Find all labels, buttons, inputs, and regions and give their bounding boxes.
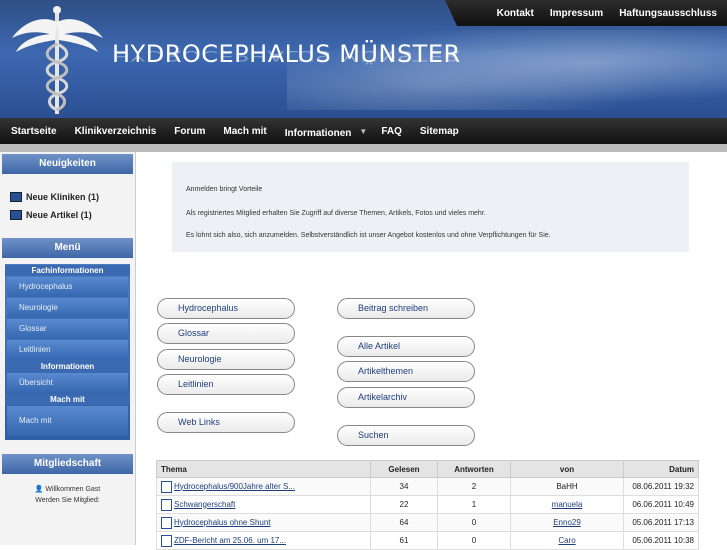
menu-item-hydrocephalus[interactable]: Hydrocephalus [7,277,128,297]
reply-count: 0 [437,513,511,532]
read-count: 61 [370,531,438,550]
col-von: von [510,460,624,478]
side-menu: Fachinformationen Hydrocephalus Neurolog… [5,264,130,440]
post-date: 06.06.2011 10:49 [623,495,699,514]
folder-icon [10,192,22,202]
menu-section-informationen: Informationen [5,361,130,372]
read-count: 64 [370,513,438,532]
col-antworten: Antworten [437,460,511,478]
topic-cell: ZDF-Bericht am 25.06. um 17... [156,531,371,550]
document-icon [161,516,172,529]
site-header: HYDROCEPHALUS MÜNSTER HYDROCEPHALUS MÜNS… [0,0,727,118]
button-neurologie[interactable]: Neurologie [157,349,295,370]
post-date: 05.06.2011 17:13 [623,513,699,532]
news-item-label: Neue Artikel (1) [26,210,92,220]
col-gelesen: Gelesen [370,460,438,478]
top-link-kontakt[interactable]: Kontakt [497,8,534,19]
site-title-reflection: HYDROCEPHALUS MÜNSTER [112,47,461,64]
button-hydrocephalus[interactable]: Hydrocephalus [157,298,295,319]
button-beitrag-schreiben[interactable]: Beitrag schreiben [337,298,475,319]
topic-link[interactable]: Hydrocephalus/900Jahre alter S... [174,482,295,491]
nav-subbar [0,144,727,152]
table-row: Hydrocephalus/900Jahre alter S... 34 2 B… [156,477,699,496]
button-alle-artikel[interactable]: Alle Artikel [337,336,475,357]
news-item-label: Neue Kliniken (1) [26,192,100,202]
news-heading: Neuigkeiten [2,154,133,174]
author-link[interactable]: manuela [552,500,583,509]
author-cell: Enno29 [510,513,624,532]
table-row: Schwangerschaft 22 1 manuela 06.06.2011 … [156,495,699,514]
folder-icon [10,210,22,220]
info-line-3: Es lohnt sich also, sich anzumelden. Sel… [186,232,551,239]
author-cell: Caro [510,531,624,550]
table-row: ZDF-Bericht am 25.06. um 17... 61 0 Caro… [156,531,699,550]
post-date: 08.06.2011 19:32 [623,477,699,496]
reply-count: 2 [437,477,511,496]
nav-item-startseite[interactable]: Startseite [11,126,57,137]
read-count: 34 [370,477,438,496]
dropdown-arrow-icon[interactable]: ▼ [359,127,367,136]
button-artikelthemen[interactable]: Artikelthemen [337,361,475,382]
document-icon [161,480,172,493]
membership-heading: Mitgliedschaft [2,454,133,474]
info-line-1: Anmelden bringt Vorteile [186,186,263,193]
become-member-text: Werden Sie Mitglied: [35,497,100,504]
table-row: Hydrocephalus ohne Shunt 64 0 Enno29 05.… [156,513,699,532]
read-count: 22 [370,495,438,514]
welcome-text: Willkommen Gast [45,486,101,493]
nav-item-sitemap[interactable]: Sitemap [420,126,459,137]
nav-item-faq[interactable]: FAQ [381,126,402,137]
info-line-2: Als registriertes Mitglied erhalten Sie … [186,210,486,217]
menu-item-mach-mit[interactable]: Mach mit [7,406,128,436]
author-link[interactable]: Caro [558,536,575,545]
col-datum: Datum [623,460,699,478]
reply-count: 1 [437,495,511,514]
menu-section-fachinformationen: Fachinformationen [5,265,130,276]
button-artikelarchiv[interactable]: Artikelarchiv [337,387,475,408]
button-leitlinien[interactable]: Leitlinien [157,374,295,395]
nav-item-forum[interactable]: Forum [174,126,205,137]
caduceus-logo-icon[interactable] [10,4,105,116]
news-item-kliniken[interactable]: Neue Kliniken (1) [0,188,135,206]
topic-cell: Hydrocephalus/900Jahre alter S... [156,477,371,496]
news-item-artikel[interactable]: Neue Artikel (1) [0,206,135,224]
button-web-links[interactable]: Web Links [157,412,295,433]
button-glossar[interactable]: Glossar [157,323,295,344]
table-header-row: Thema Gelesen Antworten von Datum [156,460,699,478]
menu-section-mach-mit: Mach mit [5,394,130,405]
user-icon: 👤 [34,486,44,493]
topic-link[interactable]: Hydrocephalus ohne Shunt [174,518,271,527]
author-cell: manuela [510,495,624,514]
document-icon [161,498,172,511]
nav-item-mach-mit[interactable]: Mach mit [223,126,266,137]
menu-item-leitlinien[interactable]: Leitlinien [7,340,128,360]
login-benefits-box: Anmelden bringt Vorteile Als registriert… [172,162,689,252]
post-date: 05.06.2011 10:38 [623,531,699,550]
col-thema: Thema [156,460,371,478]
topic-link[interactable]: ZDF-Bericht am 25.06. um 17... [174,536,286,545]
topic-cell: Schwangerschaft [156,495,371,514]
nav-item-informationen[interactable]: Informationen [285,128,352,139]
author: BaHH [510,477,624,496]
menu-item-neurologie[interactable]: Neurologie [7,298,128,318]
author-link[interactable]: Enno29 [553,518,581,527]
nav-item-klinikverzeichnis[interactable]: Klinikverzeichnis [75,126,157,137]
top-links: Kontakt Impressum Haftungsausschluss [445,0,727,26]
reply-count: 0 [437,531,511,550]
membership-info: 👤 Willkommen Gast Werden Sie Mitglied: [0,484,135,506]
menu-heading: Menü [2,238,133,258]
menu-item-glossar[interactable]: Glossar [7,319,128,339]
main-nav: Startseite Klinikverzeichnis Forum Mach … [0,118,727,144]
topic-cell: Hydrocephalus ohne Shunt [156,513,371,532]
top-link-haftungsausschluss[interactable]: Haftungsausschluss [619,8,717,19]
topic-link[interactable]: Schwangerschaft [174,500,235,509]
menu-item-uebersicht[interactable]: Übersicht [7,373,128,393]
button-suchen[interactable]: Suchen [337,425,475,446]
forum-topics-table: Thema Gelesen Antworten von Datum Hydroc… [156,460,699,550]
top-link-impressum[interactable]: Impressum [550,8,603,19]
sidebar: Neuigkeiten Neue Kliniken (1) Neue Artik… [0,152,136,545]
